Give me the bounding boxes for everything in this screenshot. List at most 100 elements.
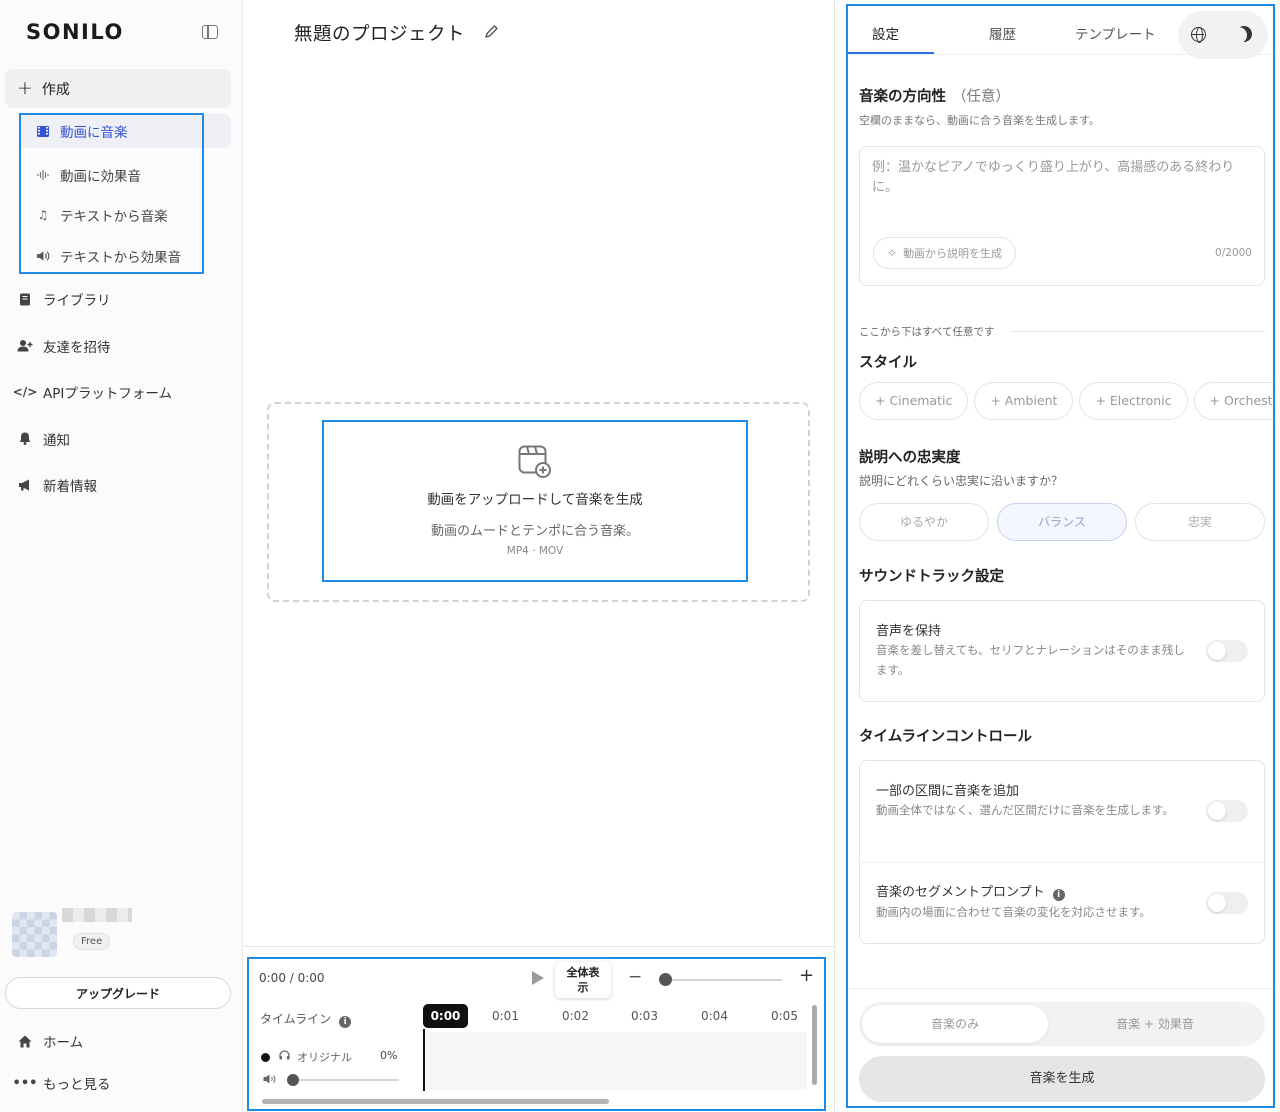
fidelity-option-balance[interactable]: バランス bbox=[997, 503, 1127, 541]
fit-label-line1: 全体表 bbox=[566, 966, 600, 979]
sidebar-item-api[interactable]: </> APIプラットフォーム bbox=[5, 369, 231, 416]
sidebar-item-label: テキストから音楽 bbox=[60, 209, 168, 226]
track-name: オリジナル bbox=[297, 1051, 352, 1064]
music-note-icon: ♫ bbox=[37, 208, 49, 223]
sidebar-item-video-to-sfx[interactable]: 動画に効果音 bbox=[19, 155, 231, 196]
sidebar-item-invite[interactable]: 友達を招待 bbox=[5, 323, 231, 370]
divider bbox=[848, 988, 1273, 989]
direction-desc: 空欄のままなら、動画に合う音楽を生成します。 bbox=[859, 114, 1100, 127]
char-count: 0/2000 bbox=[1215, 247, 1252, 259]
tab-templates[interactable]: テンプレート bbox=[1075, 23, 1156, 43]
sidebar-item-label: 通知 bbox=[43, 432, 70, 449]
create-submenu: 動画に音楽 動画に効果音 ♫ テキストから音楽 テキストから効果音 bbox=[19, 114, 231, 276]
direction-textarea[interactable]: 例：温かなピアノでゆっくり盛り上がり、高揚感のある終わりに。 ✧ 動画から説明を… bbox=[859, 146, 1265, 286]
user-profile[interactable]: Free bbox=[12, 900, 232, 960]
upload-formats: MP4 · MOV bbox=[506, 545, 564, 557]
sidebar-item-whats-new[interactable]: 新着情報 bbox=[5, 462, 231, 509]
sidebar-item-notifications[interactable]: 通知 bbox=[5, 416, 231, 463]
sidebar: SONILO + 作成 動画に音楽 動画に効果音 ♫ テキストから音楽 テキスト… bbox=[0, 0, 243, 1112]
create-label: 作成 bbox=[41, 81, 70, 98]
segment-prompt-toggle[interactable] bbox=[1206, 892, 1248, 914]
time-readout: 0:00 / 0:00 bbox=[259, 971, 325, 985]
create-button[interactable]: + 作成 bbox=[5, 69, 231, 108]
horizontal-scrollbar[interactable] bbox=[262, 1099, 609, 1104]
fit-label-line2: 示 bbox=[577, 981, 589, 994]
plus-icon: + bbox=[17, 77, 33, 99]
partial-section-toggle[interactable] bbox=[1206, 800, 1248, 822]
divider bbox=[834, 0, 835, 1112]
fit-all-button[interactable]: 全体表 示 bbox=[555, 962, 611, 998]
play-icon[interactable] bbox=[532, 971, 544, 985]
soundtrack-card: 音声を保持 音楽を差し替えても、セリフとナレーションはそのまま残します。 bbox=[859, 600, 1265, 702]
style-chip-ambient[interactable]: + Ambient bbox=[974, 382, 1074, 420]
project-title[interactable]: 無題のプロジェクト bbox=[294, 20, 465, 46]
current-time-marker[interactable]: 0:00 bbox=[423, 1004, 468, 1028]
sidebar-item-text-to-music[interactable]: ♫ テキストから音楽 bbox=[19, 195, 231, 236]
headphone-icon bbox=[279, 1050, 290, 1063]
track-area[interactable] bbox=[423, 1032, 807, 1090]
home-icon bbox=[17, 1035, 33, 1048]
info-icon[interactable]: i bbox=[1052, 889, 1065, 901]
video-upload-icon bbox=[518, 445, 552, 479]
bell-icon bbox=[17, 432, 33, 446]
keep-voice-toggle[interactable] bbox=[1206, 640, 1248, 662]
zoom-slider-track[interactable] bbox=[662, 979, 782, 981]
active-tab-indicator bbox=[848, 52, 934, 54]
fidelity-option-faithful[interactable]: 忠実 bbox=[1135, 503, 1265, 541]
keep-voice-desc: 音楽を差し替えても、セリフとナレーションはそのまま残します。 bbox=[876, 643, 1185, 677]
upload-dropzone[interactable]: 動画をアップロードして音楽を生成 動画のムードとテンポに合う音楽。 MP4 · … bbox=[322, 420, 748, 582]
avatar bbox=[12, 912, 57, 957]
playhead[interactable] bbox=[423, 1029, 425, 1091]
sidebar-item-library[interactable]: ライブラリ bbox=[5, 276, 231, 323]
info-icon[interactable]: i bbox=[339, 1016, 352, 1028]
time-tick: 0:02 bbox=[562, 1009, 589, 1023]
sidebar-item-label: 友達を招待 bbox=[43, 339, 111, 356]
zoom-slider-thumb[interactable] bbox=[659, 973, 672, 986]
style-chip-orchestral[interactable]: + Orchestral bbox=[1193, 382, 1273, 420]
volume-slider-thumb[interactable] bbox=[287, 1074, 299, 1086]
sidebar-item-label: 動画に音楽 bbox=[60, 125, 128, 141]
vertical-scrollbar[interactable] bbox=[812, 1005, 817, 1085]
style-title: スタイル bbox=[859, 355, 917, 371]
fidelity-title: 説明への忠実度 bbox=[859, 450, 961, 466]
sidebar-item-home[interactable]: ホーム bbox=[5, 1020, 231, 1062]
record-dot-icon bbox=[261, 1053, 270, 1062]
style-chip-electronic[interactable]: + Electronic bbox=[1079, 382, 1188, 420]
keep-voice-title: 音声を保持 bbox=[876, 624, 942, 639]
sidebar-item-more[interactable]: ••• もっと見る bbox=[5, 1062, 231, 1104]
volume-slider-track[interactable] bbox=[293, 1079, 399, 1081]
zoom-out-button[interactable]: − bbox=[628, 967, 642, 987]
globe-icon[interactable] bbox=[1191, 27, 1206, 43]
segment-prompt-title: 音楽のセグメントプロンプト bbox=[876, 885, 1045, 900]
tab-history[interactable]: 履歴 bbox=[989, 23, 1016, 43]
upgrade-button[interactable]: アップグレード bbox=[5, 977, 231, 1009]
tab-settings[interactable]: 設定 bbox=[872, 23, 899, 43]
pencil-icon[interactable] bbox=[484, 24, 499, 43]
zoom-in-button[interactable]: + bbox=[799, 965, 814, 986]
fidelity-desc: 説明にどれくらい忠実に沿いますか？ bbox=[859, 474, 1064, 488]
sidebar-item-label: 動画に効果音 bbox=[60, 168, 141, 185]
sidebar-item-video-to-music[interactable]: 動画に音楽 bbox=[19, 114, 231, 148]
sidebar-item-text-to-sfx[interactable]: テキストから効果音 bbox=[19, 236, 231, 277]
sidebar-toggle-icon[interactable] bbox=[202, 25, 218, 39]
time-tick: 0:01 bbox=[492, 1009, 519, 1023]
style-chip-cinematic[interactable]: + Cinematic bbox=[859, 382, 969, 420]
sidebar-item-label: ホーム bbox=[43, 1035, 84, 1051]
generate-description-button[interactable]: ✧ 動画から説明を生成 bbox=[873, 237, 1017, 269]
volume-icon bbox=[263, 1074, 277, 1087]
sidebar-item-label: テキストから効果音 bbox=[60, 249, 182, 266]
timeline-label: タイムライン i bbox=[260, 1010, 352, 1028]
sidebar-item-label: もっと見る bbox=[43, 1077, 111, 1093]
timeline-control-title: タイムラインコントロール bbox=[859, 729, 1032, 745]
fidelity-option-loose[interactable]: ゆるやか bbox=[859, 503, 989, 541]
sidebar-item-label: ライブラリ bbox=[43, 293, 111, 310]
direction-placeholder: 例：温かなピアノでゆっくり盛り上がり、高揚感のある終わりに。 bbox=[872, 160, 1235, 195]
direction-title-text: 音楽の方向性 bbox=[859, 89, 946, 105]
fidelity-selector: ゆるやか バランス 忠実 bbox=[859, 503, 1265, 541]
mode-option-music-only[interactable]: 音楽のみ bbox=[862, 1005, 1048, 1043]
time-tick: 0:03 bbox=[631, 1009, 658, 1023]
bottom-nav: ホーム ••• もっと見る bbox=[5, 1020, 231, 1104]
generate-music-button[interactable]: 音楽を生成 bbox=[859, 1056, 1265, 1102]
soundtrack-title: サウンドトラック設定 bbox=[859, 569, 1004, 585]
mode-option-music-sfx[interactable]: 音楽 + 効果音 bbox=[1062, 1005, 1248, 1043]
